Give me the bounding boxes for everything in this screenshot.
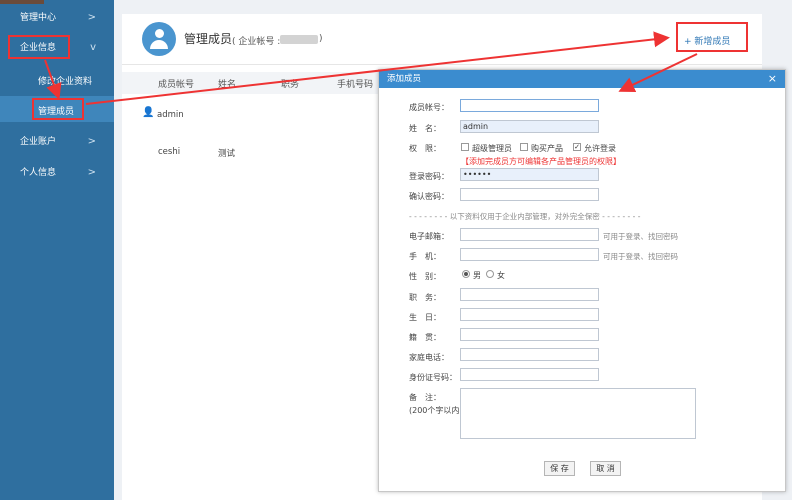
arrow-to-manage-members xyxy=(44,59,62,100)
annotation-arrows xyxy=(44,31,698,105)
arrow-to-dialog xyxy=(618,53,698,93)
arrow-to-add-member xyxy=(85,31,670,105)
